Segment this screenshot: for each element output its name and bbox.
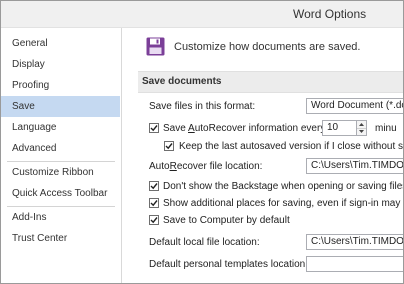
sidebar-item-general[interactable]: General (1, 33, 120, 54)
keep-last-autosaved-checkbox[interactable] (164, 141, 174, 151)
checkmark-icon (150, 125, 158, 132)
default-local-location-input[interactable]: C:\Users\Tim.TIMDOM (306, 234, 403, 250)
templates-location-input[interactable] (306, 256, 403, 272)
hide-backstage-label: Don't show the Backstage when opening or… (163, 181, 403, 192)
checkmark-icon (165, 143, 173, 150)
autorecover-location-label: AutoRecover file location: (149, 161, 263, 172)
autorecover-minutes-input[interactable]: 10 (322, 120, 357, 136)
section-header-save-documents: Save documents (138, 71, 403, 93)
sidebar-item-quick-access-toolbar[interactable]: Quick Access Toolbar (1, 183, 120, 204)
options-content: Customize how documents are saved. Save … (122, 28, 403, 283)
default-local-location-label: Default local file location: (149, 237, 260, 248)
section-title: Save documents (142, 76, 222, 87)
show-additional-places-label: Show additional places for saving, even … (163, 198, 403, 209)
word-options-dialog: Word Options General Display Proofing Sa… (0, 0, 404, 284)
sidebar-item-add-ins[interactable]: Add-Ins (1, 207, 120, 228)
sidebar-item-language[interactable]: Language (1, 117, 120, 138)
sidebar-item-save[interactable]: Save (1, 96, 120, 117)
autorecover-label: Save AutoRecover information every (163, 123, 326, 134)
chevron-down-icon (359, 130, 364, 133)
autorecover-location-input[interactable]: C:\Users\Tim.TIMDOM (306, 158, 403, 174)
checkmark-icon (150, 217, 158, 224)
floppy-disk-icon (146, 37, 165, 56)
title-bar: Word Options (1, 1, 403, 28)
hide-backstage-checkbox[interactable] (149, 181, 159, 191)
save-format-select[interactable]: Word Document (*.doc (306, 98, 403, 114)
save-to-computer-checkbox[interactable] (149, 215, 159, 225)
show-additional-places-checkbox[interactable] (149, 198, 159, 208)
sidebar-item-advanced[interactable]: Advanced (1, 138, 120, 159)
page-description: Customize how documents are saved. (174, 41, 361, 53)
checkmark-icon (150, 200, 158, 207)
sidebar-item-proofing[interactable]: Proofing (1, 75, 120, 96)
templates-location-label: Default personal templates location: (149, 259, 308, 270)
sidebar-item-customize-ribbon[interactable]: Customize Ribbon (1, 162, 120, 183)
sidebar-item-trust-center[interactable]: Trust Center (1, 228, 120, 249)
options-sidebar: General Display Proofing Save Language A… (1, 28, 122, 283)
sidebar-item-display[interactable]: Display (1, 54, 120, 75)
autorecover-minutes-spinner[interactable] (357, 120, 367, 136)
window-title: Word Options (293, 7, 367, 21)
save-format-label: Save files in this format: (149, 101, 256, 112)
minutes-label: minu (375, 123, 397, 134)
spin-down-button[interactable] (357, 128, 366, 135)
checkmark-icon (150, 183, 158, 190)
keep-last-autosaved-label: Keep the last autosaved version if I clo… (179, 141, 403, 152)
chevron-up-icon (359, 123, 364, 126)
save-to-computer-label: Save to Computer by default (163, 215, 290, 226)
autorecover-checkbox[interactable] (149, 123, 159, 133)
